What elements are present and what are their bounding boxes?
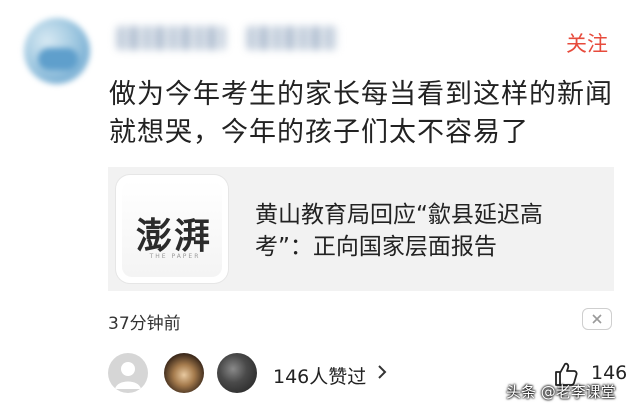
username-blurred xyxy=(116,26,226,50)
follow-button[interactable]: 关注 xyxy=(566,28,608,58)
liker-avatar[interactable] xyxy=(108,353,148,393)
username-suffix-blurred xyxy=(246,26,338,50)
chevron-right-icon[interactable] xyxy=(377,364,387,380)
default-user-icon xyxy=(115,362,141,389)
liker-avatar[interactable] xyxy=(217,353,257,393)
dismiss-button[interactable] xyxy=(582,308,612,330)
liker-avatar[interactable] xyxy=(164,353,204,393)
article-title: 黄山教育局回应“歙县延迟高考”：正向国家层面报告 xyxy=(255,202,543,260)
watermark: 头条 @老李课堂 xyxy=(506,383,616,401)
the-paper-logo-subtitle: THE PAPER xyxy=(149,253,201,260)
avatar[interactable] xyxy=(24,18,90,84)
timestamp: 37分钟前 xyxy=(108,314,181,334)
the-paper-logo: 澎湃 xyxy=(135,215,212,257)
likes-summary-link[interactable]: 146人赞过 xyxy=(273,362,366,389)
comment-text: 做为今年考生的家长每当看到这样的新闻就想哭，今年的孩子们太不容易了 xyxy=(109,79,613,148)
close-icon xyxy=(592,314,602,324)
article-card[interactable]: 澎湃 THE PAPER 黄山教育局回应“歙县延迟高考”：正向国家层面报告 xyxy=(108,167,614,291)
article-thumbnail: 澎湃 THE PAPER xyxy=(116,175,228,283)
